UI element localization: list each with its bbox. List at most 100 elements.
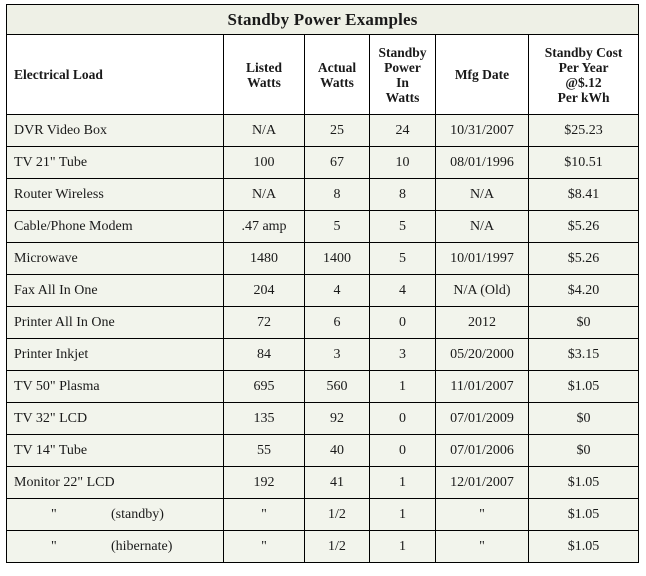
cell-standby-power: 0 xyxy=(369,434,436,467)
cell-listed-watts: 55 xyxy=(223,434,305,467)
cell-actual-watts: 40 xyxy=(304,434,370,467)
cell-actual-watts: 25 xyxy=(304,114,370,147)
cell-mfg-date: 2012 xyxy=(435,306,529,339)
cell-listed-watts: .47 amp xyxy=(223,210,305,243)
cell-mfg-date: 05/20/2000 xyxy=(435,338,529,371)
cell-standby-power: 0 xyxy=(369,306,436,339)
header-line: Standby Cost xyxy=(544,44,623,60)
table-row: " (hibernate) " 1/2 1 " $1.05 xyxy=(6,530,640,563)
header-line: Mfg Date xyxy=(454,67,510,82)
table-row: Microwave 1480 1400 5 10/01/1997 $5.26 xyxy=(6,242,640,275)
cell-actual-watts: 1/2 xyxy=(304,498,370,531)
cell-electrical-load: TV 21" Tube xyxy=(6,146,224,179)
table-header-row: Electrical Load Listed Watts Actual Watt… xyxy=(6,34,640,115)
cell-listed-watts: " xyxy=(223,530,305,563)
table-row: DVR Video Box N/A 25 24 10/31/2007 $25.23 xyxy=(6,114,640,147)
cell-listed-watts: 204 xyxy=(223,274,305,307)
cell-electrical-load: TV 50" Plasma xyxy=(6,370,224,403)
table-row: Cable/Phone Modem .47 amp 5 5 N/A $5.26 xyxy=(6,210,640,243)
cell-standby-power: 5 xyxy=(369,210,436,243)
cell-listed-watts: 192 xyxy=(223,466,305,499)
cell-listed-watts: 1480 xyxy=(223,242,305,275)
cell-electrical-load: TV 32" LCD xyxy=(6,402,224,435)
cell-mfg-date: 11/01/2007 xyxy=(435,370,529,403)
cell-standby-cost: $0 xyxy=(527,402,640,435)
cell-listed-watts: 135 xyxy=(223,402,305,435)
column-header-electrical-load: Electrical Load xyxy=(6,34,224,115)
cell-mfg-date: 07/01/2006 xyxy=(435,434,529,467)
table-row: " (standby) " 1/2 1 " $1.05 xyxy=(6,498,640,531)
column-header-listed-watts: Listed Watts xyxy=(223,34,305,115)
cell-mfg-date: N/A xyxy=(435,210,529,243)
table-body: DVR Video Box N/A 25 24 10/31/2007 $25.23 TV 2… xyxy=(6,114,640,563)
cell-electrical-load: Printer Inkjet xyxy=(6,338,224,371)
load-mode-note: (hibernate) xyxy=(111,538,173,554)
header-line: Per Year xyxy=(558,59,609,75)
column-header-standby-cost-per-year: Standby Cost Per Year @$.12 Per kWh xyxy=(527,34,640,115)
cell-mfg-date: " xyxy=(435,530,529,563)
cell-actual-watts: 560 xyxy=(304,370,370,403)
cell-actual-watts: 1400 xyxy=(304,242,370,275)
table-row: Router Wireless N/A 8 8 N/A $8.41 xyxy=(6,178,640,211)
cell-standby-cost: $0 xyxy=(527,306,640,339)
header-line: Watts xyxy=(247,74,281,90)
cell-standby-power: 24 xyxy=(369,114,436,147)
header-line: Watts xyxy=(385,89,420,105)
cell-electrical-load: Monitor 22" LCD xyxy=(6,466,224,499)
table-row: TV 32" LCD 135 92 0 07/01/2009 $0 xyxy=(6,402,640,435)
cell-listed-watts: N/A xyxy=(223,114,305,147)
header-line: Power xyxy=(384,59,421,75)
cell-standby-power: 10 xyxy=(369,146,436,179)
column-header-standby-power-in-watts: Standby Power In Watts xyxy=(369,34,436,115)
cell-standby-cost: $3.15 xyxy=(527,338,640,371)
cell-electrical-load: Router Wireless xyxy=(6,178,224,211)
table-row: TV 21" Tube 100 67 10 08/01/1996 $10.51 xyxy=(6,146,640,179)
cell-standby-cost: $1.05 xyxy=(527,370,640,403)
cell-electrical-load: " (hibernate) xyxy=(6,530,224,563)
header-line: Per kWh xyxy=(557,89,610,105)
column-header-mfg-date: Mfg Date xyxy=(435,34,529,115)
cell-mfg-date: N/A xyxy=(435,178,529,211)
header-line: @$.12 xyxy=(565,74,602,90)
cell-electrical-load: DVR Video Box xyxy=(6,114,224,147)
cell-electrical-load: Microwave xyxy=(6,242,224,275)
cell-listed-watts: 695 xyxy=(223,370,305,403)
cell-actual-watts: 6 xyxy=(304,306,370,339)
cell-standby-cost: $1.05 xyxy=(527,466,640,499)
cell-electrical-load: Cable/Phone Modem xyxy=(6,210,224,243)
cell-listed-watts: 84 xyxy=(223,338,305,371)
cell-standby-cost: $1.05 xyxy=(527,498,640,531)
column-header-actual-watts: Actual Watts xyxy=(304,34,370,115)
cell-listed-watts: 100 xyxy=(223,146,305,179)
header-line: Listed xyxy=(245,59,282,75)
cell-actual-watts: 67 xyxy=(304,146,370,179)
cell-standby-cost: $8.41 xyxy=(527,178,640,211)
header-line: Standby xyxy=(378,44,427,60)
cell-standby-power: 3 xyxy=(369,338,436,371)
cell-standby-power: 1 xyxy=(369,466,436,499)
table-row: TV 14" Tube 55 40 0 07/01/2006 $0 xyxy=(6,434,640,467)
cell-mfg-date: 07/01/2009 xyxy=(435,402,529,435)
table-row: Fax All In One 204 4 4 N/A (Old) $4.20 xyxy=(6,274,640,307)
header-line: In xyxy=(396,74,409,90)
table-row: TV 50" Plasma 695 560 1 11/01/2007 $1.05 xyxy=(6,370,640,403)
cell-standby-power: 8 xyxy=(369,178,436,211)
cell-standby-cost: $10.51 xyxy=(527,146,640,179)
load-mode-note: (standby) xyxy=(111,506,164,522)
cell-standby-cost: $1.05 xyxy=(527,530,640,563)
cell-mfg-date: 12/01/2007 xyxy=(435,466,529,499)
cell-standby-power: 1 xyxy=(369,498,436,531)
cell-mfg-date: 10/01/1997 xyxy=(435,242,529,275)
cell-standby-power: 5 xyxy=(369,242,436,275)
cell-actual-watts: 4 xyxy=(304,274,370,307)
cell-actual-watts: 92 xyxy=(304,402,370,435)
header-line: Watts xyxy=(320,74,354,90)
table-row: Printer All In One 72 6 0 2012 $0 xyxy=(6,306,640,339)
cell-listed-watts: N/A xyxy=(223,178,305,211)
header-line: Actual xyxy=(317,59,357,75)
cell-listed-watts: 72 xyxy=(223,306,305,339)
cell-standby-power: 1 xyxy=(369,370,436,403)
ditto-mark: " xyxy=(51,506,57,522)
cell-standby-power: 0 xyxy=(369,402,436,435)
cell-standby-cost: $25.23 xyxy=(527,114,640,147)
